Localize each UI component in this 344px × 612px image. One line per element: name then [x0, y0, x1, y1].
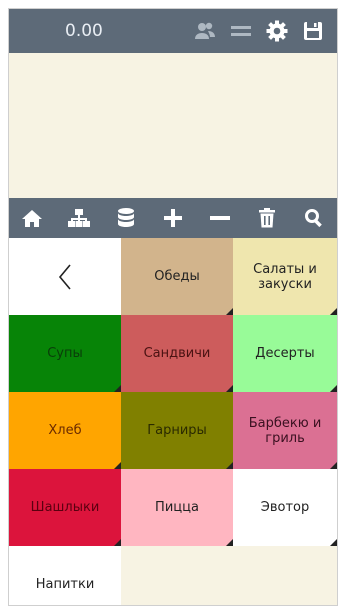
category-tile-sandwiches[interactable]: Сандвичи — [121, 315, 233, 392]
category-label: Обеды — [154, 269, 200, 284]
category-tile-bbq[interactable]: Барбекю и гриль — [233, 392, 337, 469]
empty-cell — [233, 546, 337, 605]
back-button[interactable] — [9, 238, 121, 315]
toolbar — [9, 198, 337, 238]
category-label: Напитки — [35, 577, 95, 592]
app-frame: 0.00 Обеды Салаты и закуски Супы Сандвич… — [8, 8, 338, 606]
category-label: Десерты — [255, 346, 315, 361]
category-label: Хлеб — [48, 423, 82, 438]
search-icon[interactable] — [299, 203, 329, 233]
category-grid: Обеды Салаты и закуски Супы Сандвичи Дес… — [9, 238, 337, 605]
database-icon[interactable] — [111, 203, 141, 233]
category-tile-bread[interactable]: Хлеб — [9, 392, 121, 469]
category-tile-desserts[interactable]: Десерты — [233, 315, 337, 392]
category-label: Барбекю и гриль — [248, 415, 322, 446]
total-amount: 0.00 — [65, 21, 103, 41]
category-tile-shashlik[interactable]: Шашлыки — [9, 469, 121, 546]
category-label: Эвотор — [260, 500, 310, 515]
category-tile-garnishes[interactable]: Гарниры — [121, 392, 233, 469]
category-label: Супы — [47, 346, 83, 361]
category-tile-drinks[interactable]: Напитки — [9, 546, 121, 605]
category-label: Салаты и закуски — [253, 261, 317, 292]
category-label: Гарниры — [147, 423, 207, 438]
category-tile-lunches[interactable]: Обеды — [121, 238, 233, 315]
category-tile-pizza[interactable]: Пицца — [121, 469, 233, 546]
gear-icon[interactable] — [265, 19, 289, 43]
receipt-area — [9, 53, 337, 198]
save-icon[interactable] — [301, 19, 325, 43]
users-icon[interactable] — [193, 19, 217, 43]
category-tile-soups[interactable]: Супы — [9, 315, 121, 392]
trash-icon[interactable] — [252, 203, 282, 233]
category-label: Шашлыки — [30, 500, 100, 515]
category-tile-evotor[interactable]: Эвотор — [233, 469, 337, 546]
category-tile-salads[interactable]: Салаты и закуски — [233, 238, 337, 315]
minus-icon[interactable] — [205, 203, 235, 233]
hierarchy-icon[interactable] — [64, 203, 94, 233]
home-icon[interactable] — [17, 203, 47, 233]
chevron-left-icon — [58, 263, 71, 290]
category-label: Сандвичи — [143, 346, 211, 361]
category-label: Пицца — [155, 500, 199, 515]
menu-lines-icon[interactable] — [229, 19, 253, 43]
plus-icon[interactable] — [158, 203, 188, 233]
empty-cell — [121, 546, 233, 605]
top-bar: 0.00 — [9, 9, 337, 53]
